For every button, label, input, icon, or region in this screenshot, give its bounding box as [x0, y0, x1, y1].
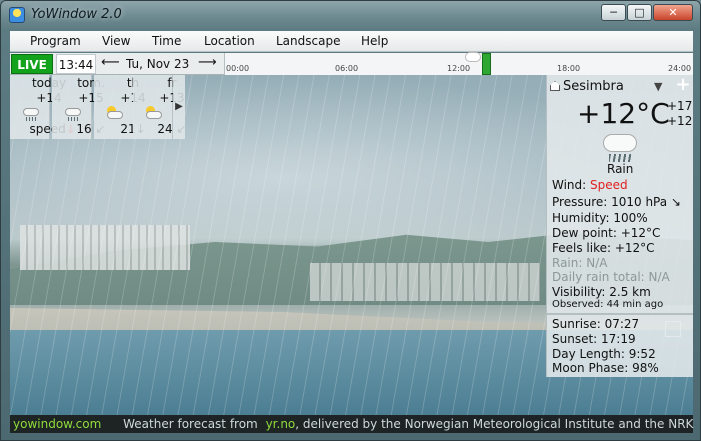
wind-value: Speed	[590, 178, 628, 192]
maximize-button[interactable]: □	[627, 4, 652, 21]
add-location-icon[interactable]: +	[673, 75, 693, 95]
sunrise-row: Sunrise: 07:27	[552, 317, 640, 331]
menu-landscape[interactable]: Landscape	[276, 34, 340, 48]
yr-link[interactable]: yr.no	[266, 417, 296, 431]
moon-phase-row: Moon Phase: 98%	[552, 361, 659, 375]
close-button[interactable]: ✕	[653, 4, 693, 21]
prev-day-arrow-icon[interactable]: ⟵	[101, 55, 120, 70]
timeline-cloud-icon	[465, 52, 481, 62]
menu-view[interactable]: View	[102, 34, 130, 48]
fullscreen-expand-icon[interactable]	[665, 321, 681, 337]
status-bar: yowindow.com Weather forecast from yr.no…	[10, 415, 693, 433]
minimize-button[interactable]: ─	[601, 4, 626, 21]
rain-row: Rain: N/A	[552, 256, 608, 270]
live-button[interactable]: LIVE	[11, 54, 53, 74]
location-dropdown-icon[interactable]: ▼	[654, 80, 662, 93]
timeline-tick: 12:00	[447, 64, 471, 73]
forecast-day-friday[interactable]: fr +13 24 ↙	[133, 75, 187, 139]
pressure-row: Pressure: 1010 hPa ↘	[552, 195, 681, 209]
menu-bar: Program View Time Location Landscape Hel…	[10, 31, 693, 52]
forecast-day-tomorrow[interactable]: tom. +15 16 ↙	[52, 75, 106, 139]
yowindow-app-icon	[9, 7, 25, 23]
current-date[interactable]: Tu, Nov 23	[126, 54, 198, 74]
forecast-temp: +13	[159, 91, 185, 105]
sun-cloud-icon	[107, 106, 123, 120]
time-toolbar: LIVE 13:44 ⟵ Tu, Nov 23 ⟶ 00:00 06:00 12…	[10, 52, 693, 75]
temp-max: +17	[667, 99, 693, 113]
wind-row: Wind: Speed	[552, 178, 628, 192]
rain-cloud-icon	[65, 106, 81, 121]
title-bar[interactable]: YoWindow 2.0 ─ □ ✕	[1, 1, 700, 29]
forecast-day-thursday[interactable]: th +14 21↓	[94, 75, 146, 139]
humidity-row: Humidity: 100%	[552, 211, 648, 225]
dew-point-row: Dew point: +12°C	[552, 226, 661, 240]
temp-min: +12	[667, 114, 693, 128]
sunset-row: Sunset: 17:19	[552, 332, 636, 346]
home-icon[interactable]	[550, 81, 560, 91]
observed-row: Observed: 44 min ago	[552, 299, 664, 310]
rain-cloud-icon	[23, 106, 39, 121]
timeline-tick: 00:00	[226, 64, 250, 73]
timeline-tick: 06:00	[335, 64, 359, 73]
forecast-wind: 24 ↙	[153, 122, 192, 136]
window-title: YoWindow 2.0	[31, 7, 122, 22]
forecast-day-today[interactable]: today +14 speed↓	[10, 75, 76, 139]
panel-divider	[547, 313, 693, 315]
timeline-tick: 18:00	[557, 64, 581, 73]
menu-location[interactable]: Location	[204, 34, 255, 48]
day-timeline[interactable]: 00:00 06:00 12:00 18:00 24:00	[224, 52, 693, 75]
yowindow-link[interactable]: yowindow.com	[13, 417, 101, 431]
menu-help[interactable]: Help	[361, 34, 388, 48]
menu-program[interactable]: Program	[30, 34, 81, 48]
day-length-row: Day Length: 9:52	[552, 347, 656, 361]
temp-range: +17 +12	[667, 99, 692, 129]
rain-cloud-icon	[603, 134, 637, 162]
sun-cloud-icon	[146, 106, 162, 120]
timeline-slider-handle[interactable]	[482, 53, 491, 75]
landscape-view: today +14 speed↓ tom. +15 16 ↙ th +14 21…	[10, 75, 693, 415]
menu-time[interactable]: Time	[152, 34, 181, 48]
next-day-arrow-icon[interactable]: ⟶	[198, 55, 217, 70]
current-time[interactable]: 13:44	[56, 54, 96, 74]
daily-rain-row: Daily rain total: N/A	[552, 270, 670, 284]
current-temperature: +12°C	[577, 97, 670, 130]
timeline-tick: 24:00	[668, 64, 692, 73]
visibility-row: Visibility: 2.5 km	[552, 285, 651, 299]
forecast-day-name: fr	[167, 76, 177, 90]
app-window: YoWindow 2.0 ─ □ ✕ Program View Time Loc…	[0, 0, 701, 441]
status-credit: , delivered by the Norwegian Meteorologi…	[295, 417, 694, 431]
status-text: Weather forecast from	[123, 417, 258, 431]
location-name[interactable]: Sesimbra	[563, 79, 624, 94]
weather-condition: Rain	[607, 162, 634, 176]
forecast-next-icon[interactable]: ▶	[173, 75, 185, 139]
feels-like-row: Feels like: +12°C	[552, 241, 655, 255]
